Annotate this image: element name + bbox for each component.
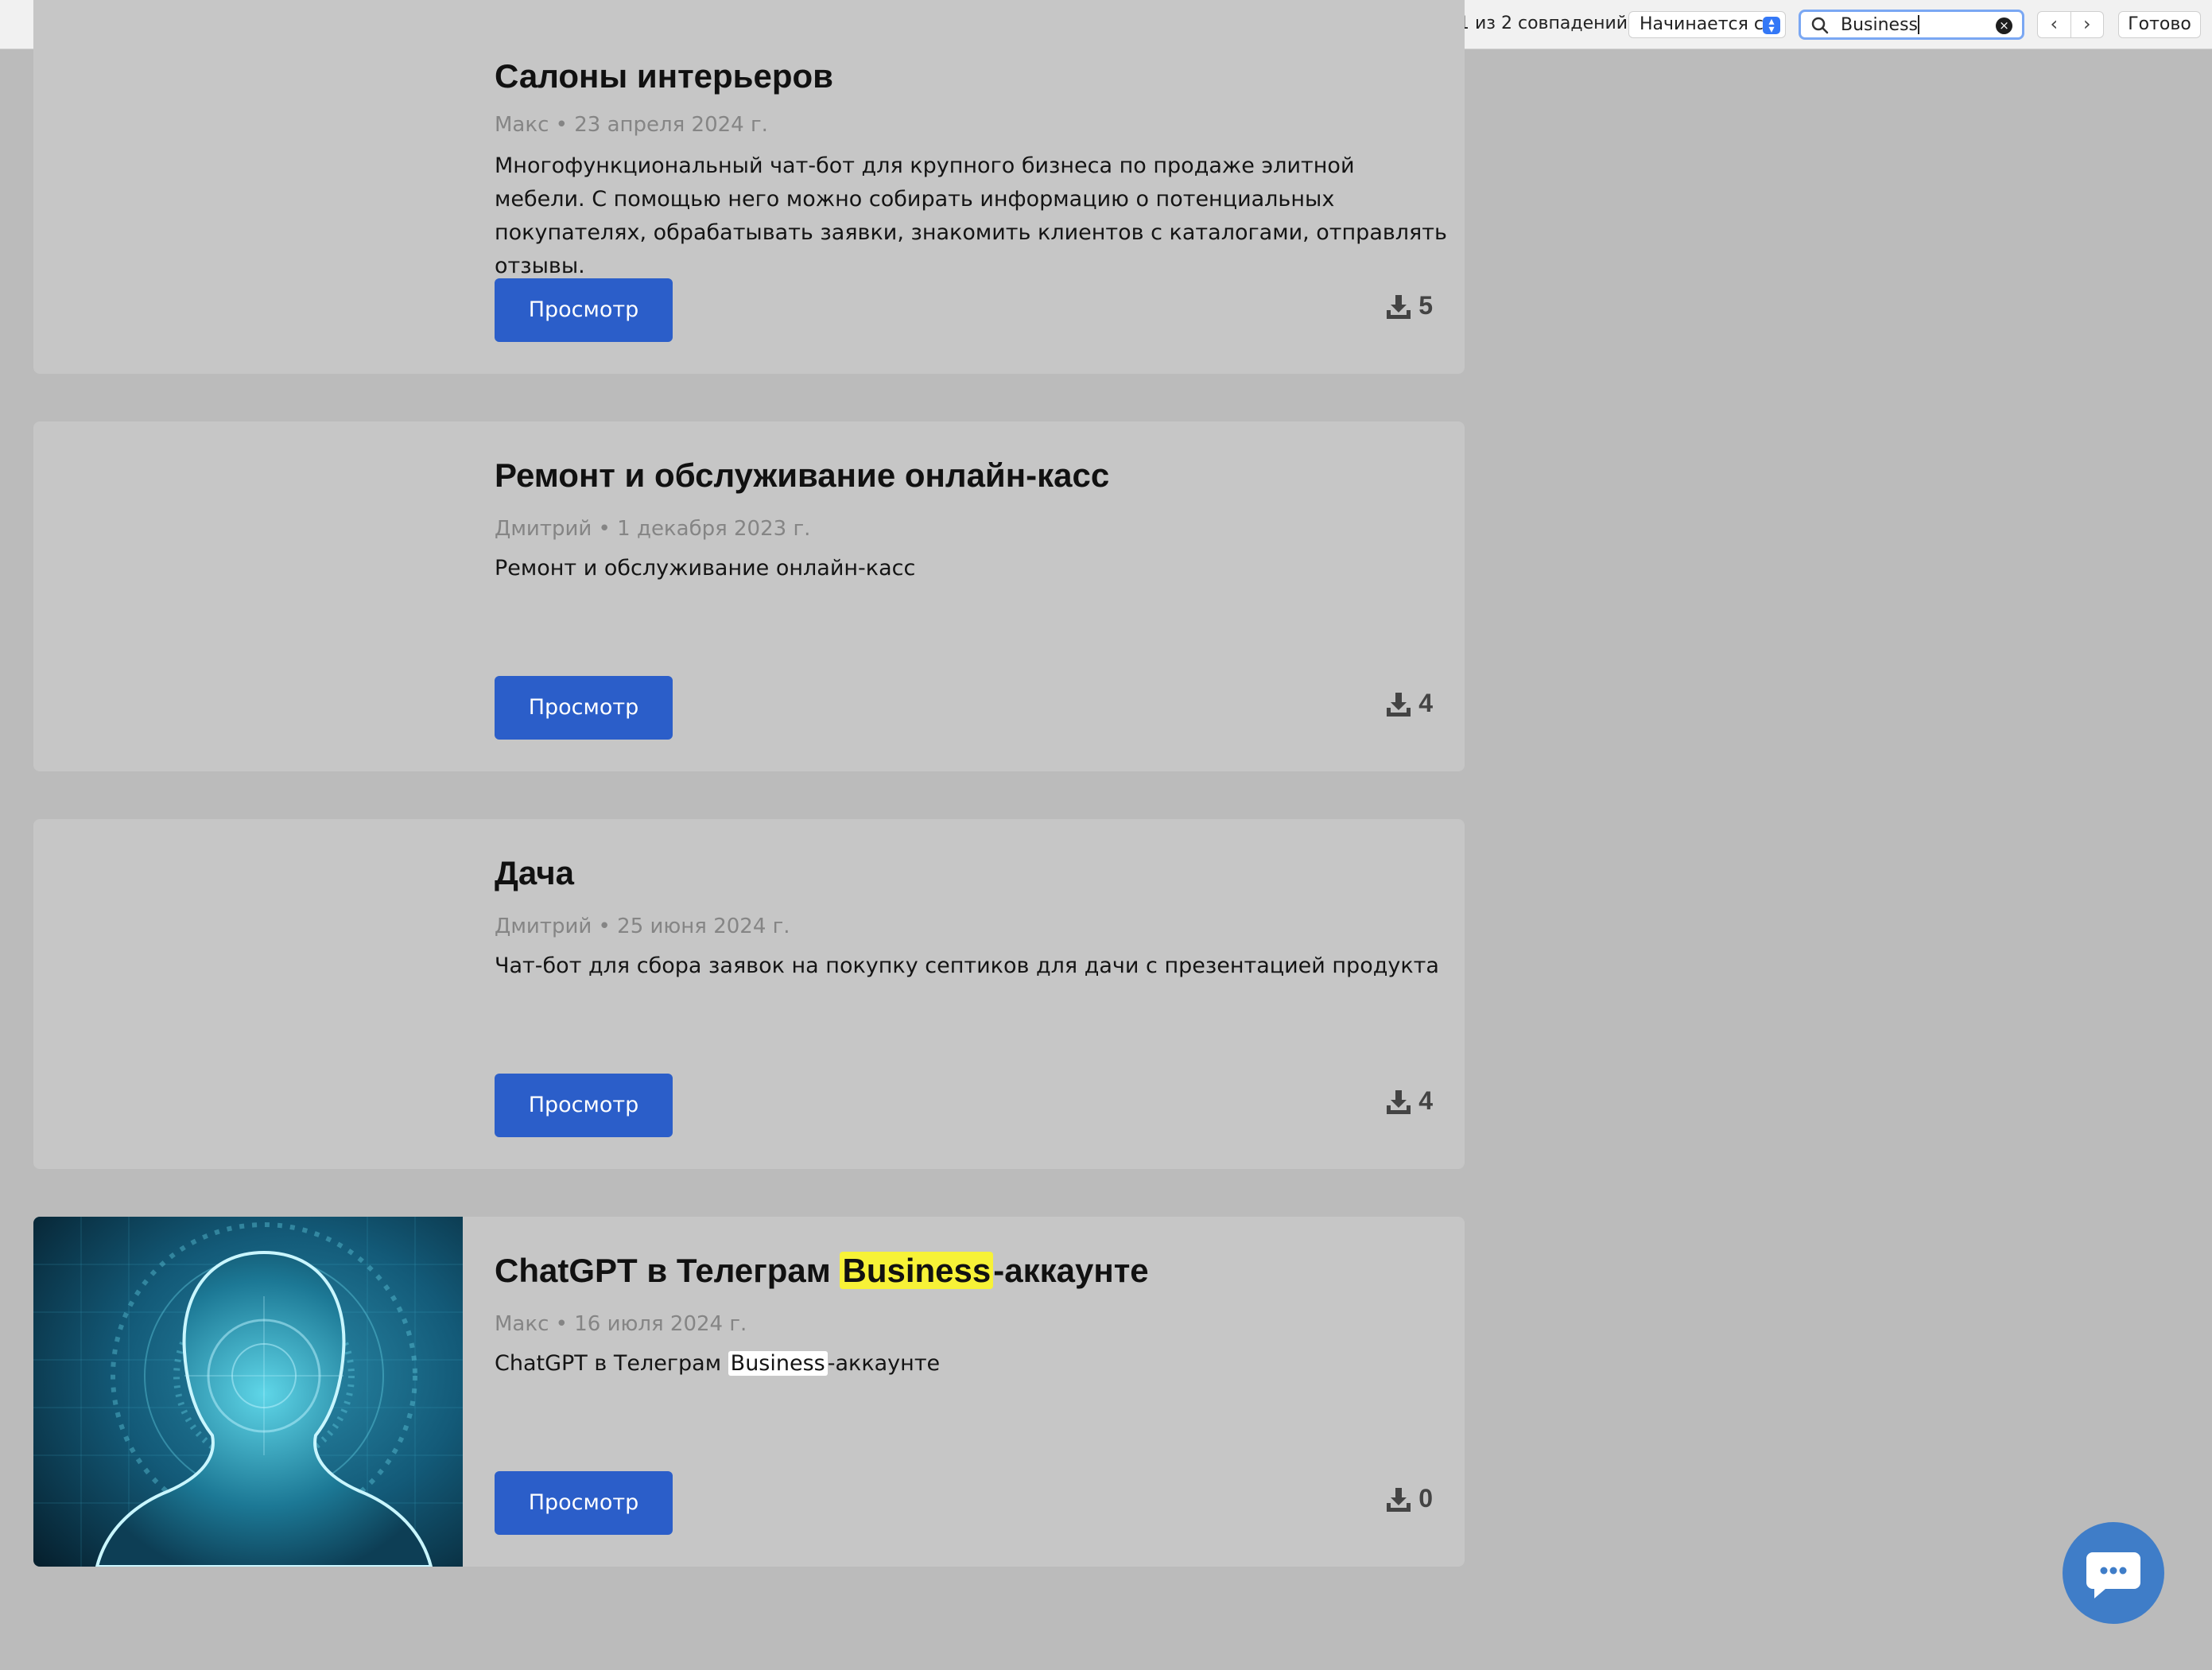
meta-separator: • [598, 517, 611, 541]
download-count-value: 4 [1418, 1086, 1433, 1115]
view-button[interactable]: Просмотр [495, 676, 673, 740]
card-meta: Макс • 16 июля 2024 г. [495, 1312, 747, 1336]
card-title: Ремонт и обслуживание онлайн-касс [495, 456, 1110, 494]
match-count: 1 из 2 совпадений [1458, 14, 1628, 33]
download-count-value: 5 [1418, 291, 1433, 320]
search-match: Business [728, 1351, 828, 1376]
previous-match-button[interactable]: ‹ [2038, 12, 2071, 37]
card-date: 16 июля 2024 г. [574, 1312, 747, 1336]
card-date: 23 апреля 2024 г. [574, 113, 768, 137]
card-description-suffix: -аккаунте [827, 1351, 941, 1376]
card-title-prefix: ChatGPT в Телеграм [495, 1252, 840, 1289]
card-description: Чат-бот для сбора заявок на покупку септ… [495, 953, 1439, 978]
card-meta: Дмитрий • 25 июня 2024 г. [495, 915, 790, 938]
meta-separator: • [555, 1312, 568, 1336]
card-author: Дмитрий [495, 915, 592, 938]
bot-card: Дача Дмитрий • 25 июня 2024 г. Чат-бот д… [33, 819, 1465, 1169]
bot-card: Салоны интерьеров Макс • 23 апреля 2024 … [33, 0, 1465, 374]
card-author: Дмитрий [495, 517, 592, 541]
card-author: Макс [495, 113, 549, 137]
done-button[interactable]: Готово [2118, 11, 2201, 38]
download-count: 0 [1385, 1484, 1433, 1513]
view-button[interactable]: Просмотр [495, 278, 673, 342]
match-navigation: ‹ › [2037, 11, 2104, 38]
meta-separator: • [555, 113, 568, 137]
next-match-button[interactable]: › [2071, 12, 2104, 37]
chat-icon [2086, 1552, 2140, 1598]
card-date: 25 июня 2024 г. [617, 915, 790, 938]
card-thumbnail-ai-head[interactable] [33, 1217, 463, 1567]
bot-card: Ремонт и обслуживание онлайн-касс Дмитри… [33, 421, 1465, 771]
download-count: 5 [1385, 291, 1433, 320]
card-title: ChatGPT в Телеграм Business-аккаунте [495, 1252, 1149, 1290]
active-search-match: Business [840, 1252, 994, 1289]
select-stepper-icon: ▴ ▾ [1763, 16, 1780, 35]
download-count: 4 [1385, 689, 1433, 718]
card-title: Салоны интерьеров [495, 57, 833, 95]
card-description: ChatGPT в Телеграм Business -аккаунте [495, 1347, 1449, 1381]
view-button[interactable]: Просмотр [495, 1471, 673, 1535]
bot-card: ChatGPT в Телеграм Business-аккаунте Мак… [33, 1217, 1465, 1567]
search-icon [1811, 17, 1829, 34]
download-icon [1387, 692, 1411, 717]
text-caret [1918, 15, 1920, 34]
meta-separator: • [598, 915, 611, 938]
download-count-value: 4 [1418, 689, 1433, 717]
card-description: Ремонт и обслуживание онлайн-касс [495, 556, 916, 581]
download-count: 4 [1385, 1086, 1433, 1116]
download-icon [1387, 294, 1411, 319]
chat-widget-button[interactable] [2063, 1522, 2164, 1624]
card-description-prefix: ChatGPT в Телеграм [495, 1351, 728, 1376]
card-date: 1 декабря 2023 г. [617, 517, 811, 541]
download-icon [1387, 1089, 1411, 1114]
match-mode-label: Начинается с [1640, 14, 1764, 34]
match-mode-select[interactable]: Начинается с ▴ ▾ [1628, 11, 1786, 38]
download-icon [1387, 1487, 1411, 1512]
card-meta: Макс • 23 апреля 2024 г. [495, 113, 768, 137]
find-search-field[interactable]: Business × [1799, 10, 2024, 40]
card-author: Макс [495, 1312, 549, 1336]
download-count-value: 0 [1418, 1484, 1433, 1513]
card-title-suffix: -аккаунте [993, 1252, 1149, 1289]
view-button[interactable]: Просмотр [495, 1074, 673, 1137]
find-search-query: Business [1841, 15, 1919, 35]
card-title: Дача [495, 854, 574, 891]
clear-search-icon[interactable]: × [1996, 17, 2012, 34]
card-meta: Дмитрий • 1 декабря 2023 г. [495, 517, 810, 541]
card-description: Многофункциональный чат-бот для крупного… [495, 153, 1447, 278]
